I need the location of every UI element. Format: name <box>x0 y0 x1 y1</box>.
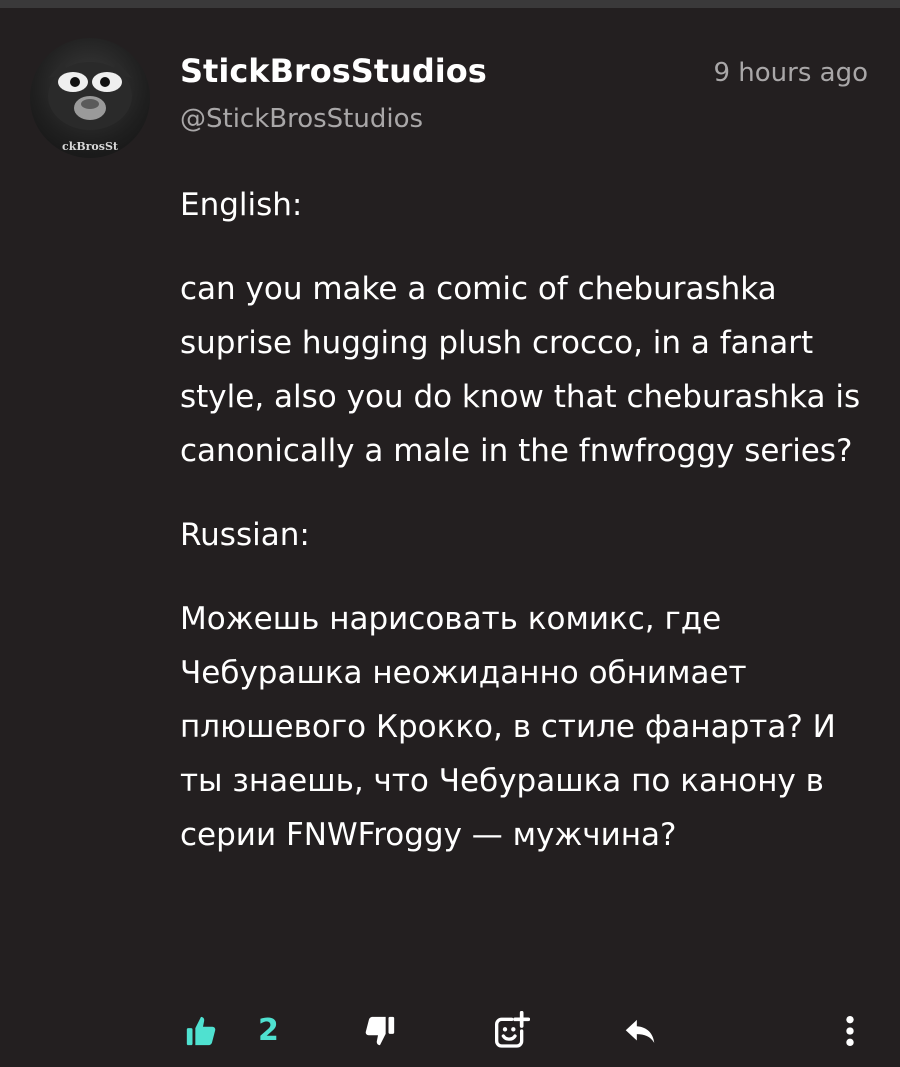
author-name[interactable]: StickBrosStudios <box>180 52 487 90</box>
dislike-button[interactable] <box>355 1003 405 1059</box>
add-reaction-icon <box>495 1011 530 1048</box>
reply-icon <box>625 1019 655 1043</box>
avatar-image: ckBrosSt <box>48 62 132 153</box>
timestamp: 9 hours ago <box>713 58 868 88</box>
paragraph-english-label: English: <box>180 187 303 223</box>
author-handle[interactable]: @StickBrosStudios <box>180 104 423 134</box>
paragraph-russian-text: Можешь нарисовать комикс, где Чебурашка … <box>180 601 836 853</box>
add-reaction-button[interactable] <box>484 1003 536 1059</box>
like-count: 2 <box>258 1013 279 1048</box>
avatar[interactable]: ckBrosSt <box>30 38 150 158</box>
paragraph-russian-label: Russian: <box>180 517 310 553</box>
avatar-caption: ckBrosSt <box>62 140 119 153</box>
top-divider <box>0 0 900 8</box>
thumbs-up-icon <box>186 1016 216 1046</box>
paragraph-english-text: can you make a comic of cheburashka supr… <box>180 271 861 469</box>
comment-actions: 2 <box>0 1003 900 1059</box>
comment-body: English: can you make a comic of chebura… <box>180 178 870 892</box>
more-vertical-icon <box>846 1015 854 1047</box>
reply-button[interactable] <box>614 1003 666 1059</box>
thumbs-down-icon <box>365 1016 395 1046</box>
more-options-button[interactable] <box>830 1003 870 1059</box>
comment-card: ckBrosSt StickBrosStudios @StickBrosStud… <box>0 8 900 1067</box>
like-button[interactable] <box>176 1003 226 1059</box>
